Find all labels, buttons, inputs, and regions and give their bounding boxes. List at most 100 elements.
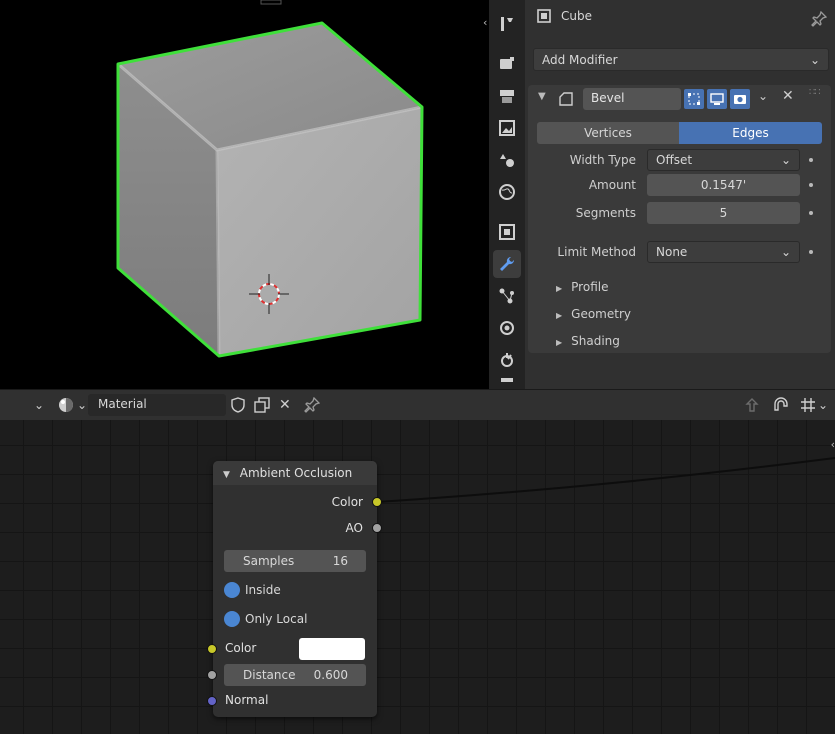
object-tab-icon[interactable] <box>493 218 521 246</box>
output-color-socket[interactable] <box>372 497 382 507</box>
keyframe-dot[interactable] <box>809 211 813 215</box>
limit-method-dropdown[interactable]: None ⌄ <box>647 241 800 263</box>
output-ao-label: AO <box>345 521 363 535</box>
collapse-triangle-icon[interactable]: ▼ <box>538 91 546 102</box>
editor-type-chevron-icon[interactable]: ⌄ <box>34 390 44 420</box>
material-sphere-icon <box>59 398 73 412</box>
parent-node-tree-icon[interactable] <box>744 390 760 420</box>
output-tab-icon[interactable] <box>493 82 521 110</box>
properties-panel: Cube Add Modifier ⌄ ▼ Bevel ⌄ ✕ ∷∷ Verti… <box>525 0 835 389</box>
only-local-check-icon <box>224 611 240 627</box>
input-color-socket[interactable] <box>207 644 217 654</box>
modifier-options-chevron-icon[interactable]: ⌄ <box>758 89 768 103</box>
properties-tab-bar: ‹ <box>483 0 525 389</box>
distance-label: Distance <box>243 668 296 682</box>
profile-subpanel-label: Profile <box>571 280 609 294</box>
inside-check-icon <box>224 582 240 598</box>
geometry-subpanel[interactable]: ▶ Geometry <box>556 307 631 321</box>
chevron-down-icon: ⌄ <box>809 52 820 67</box>
render-tab-icon[interactable] <box>493 49 521 77</box>
physics-tab-icon[interactable] <box>493 314 521 342</box>
pin-icon[interactable] <box>304 390 320 420</box>
cube-mesh[interactable] <box>116 21 424 358</box>
limit-method-label: Limit Method <box>557 245 636 259</box>
node-title-bar[interactable]: ▼ Ambient Occlusion <box>213 461 377 485</box>
input-color-swatch[interactable] <box>299 638 365 660</box>
input-color-label: Color <box>225 641 257 655</box>
pin-icon[interactable] <box>811 11 827 27</box>
tool-tab-icon[interactable] <box>493 10 521 38</box>
object-name-row: Cube <box>537 9 592 23</box>
collapse-arrow-icon[interactable]: ‹ <box>483 16 487 29</box>
output-ao-socket[interactable] <box>372 523 382 533</box>
offscreen-node-edge-icon: ‹ <box>830 438 835 451</box>
node-collapse-triangle-icon[interactable]: ▼ <box>223 470 230 480</box>
viewport-scene <box>116 0 424 358</box>
width-type-label: Width Type <box>569 153 636 167</box>
amount-label: Amount <box>588 178 636 192</box>
only-local-checkbox[interactable]: Only Local <box>224 611 307 627</box>
samples-label: Samples <box>243 554 295 568</box>
distance-field[interactable]: Distance 0.600 <box>224 664 366 686</box>
expand-triangle-icon: ▶ <box>556 311 563 320</box>
node-link[interactable] <box>0 420 835 734</box>
unlink-material-icon[interactable]: ✕ <box>279 390 291 420</box>
chevron-down-icon: ⌄ <box>77 398 88 412</box>
bevel-modifier-panel: ▼ Bevel ⌄ ✕ ∷∷ Vertices Edges Width Type… <box>528 85 831 353</box>
affect-edges-tab[interactable]: Edges <box>679 122 822 144</box>
keyframe-dot[interactable] <box>809 183 813 187</box>
ambient-occlusion-node[interactable]: ▼ Ambient Occlusion Color AO Samples 16 … <box>207 461 382 717</box>
viewport-gizmo-icon[interactable] <box>260 0 282 5</box>
particles-tab-icon[interactable] <box>493 282 521 310</box>
add-modifier-dropdown[interactable]: Add Modifier ⌄ <box>533 48 829 71</box>
chevron-down-icon: ⌄ <box>818 398 829 412</box>
snap-element-dropdown[interactable]: ⌄ <box>800 390 828 420</box>
scene-tab-icon[interactable] <box>493 146 521 174</box>
edit-mode-toggle-icon[interactable] <box>684 89 704 109</box>
inside-checkbox[interactable]: Inside <box>224 582 281 598</box>
limit-method-value: None <box>656 245 688 259</box>
shading-subpanel-label: Shading <box>571 334 620 348</box>
input-distance-socket[interactable] <box>207 670 217 680</box>
fake-user-shield-icon[interactable] <box>230 390 246 420</box>
node-canvas[interactable]: ‹ <box>0 420 835 734</box>
node-editor-header: ⌄ ⌄ Material ✕ ⌄ <box>0 389 835 420</box>
constraints-tab-icon[interactable] <box>493 346 521 374</box>
keyframe-dot[interactable] <box>809 158 813 162</box>
world-tab-icon[interactable] <box>493 178 521 206</box>
only-local-label: Only Local <box>245 612 308 626</box>
distance-value: 0.600 <box>313 668 348 682</box>
material-name-field[interactable]: Material <box>88 394 226 416</box>
input-normal-label: Normal <box>225 693 269 707</box>
duplicate-material-icon[interactable] <box>254 390 270 420</box>
amount-field[interactable]: 0.1547' <box>647 174 800 196</box>
render-toggle-icon[interactable] <box>730 89 750 109</box>
expand-triangle-icon: ▶ <box>556 338 563 347</box>
width-type-value: Offset <box>656 153 693 167</box>
add-modifier-label: Add Modifier <box>542 52 618 67</box>
segments-field[interactable]: 5 <box>647 202 800 224</box>
snap-toggle-icon[interactable] <box>772 390 790 420</box>
browse-material-button[interactable]: ⌄ <box>58 390 87 420</box>
realtime-toggle-icon[interactable] <box>707 89 727 109</box>
modifier-tab-icon[interactable] <box>493 250 521 278</box>
samples-field[interactable]: Samples 16 <box>224 550 366 572</box>
affect-vertices-tab[interactable]: Vertices <box>537 122 679 144</box>
keyframe-dot[interactable] <box>809 250 813 254</box>
segments-label: Segments <box>575 206 636 220</box>
3d-viewport[interactable] <box>0 0 489 389</box>
modifier-name-field[interactable]: Bevel <box>583 88 681 110</box>
shading-subpanel[interactable]: ▶ Shading <box>556 334 620 348</box>
inside-label: Inside <box>245 583 281 597</box>
input-normal-socket[interactable] <box>207 696 217 706</box>
object-name: Cube <box>561 9 592 23</box>
output-color-label: Color <box>331 495 363 509</box>
object-type-icon <box>537 9 551 23</box>
data-tab-icon[interactable] <box>493 378 521 389</box>
drag-handle-icon[interactable]: ∷∷ <box>809 87 821 98</box>
snap-grid-icon <box>801 398 815 412</box>
view-layer-tab-icon[interactable] <box>493 114 521 142</box>
width-type-dropdown[interactable]: Offset ⌄ <box>647 149 800 171</box>
remove-modifier-icon[interactable]: ✕ <box>782 88 794 104</box>
profile-subpanel[interactable]: ▶ Profile <box>556 280 608 294</box>
